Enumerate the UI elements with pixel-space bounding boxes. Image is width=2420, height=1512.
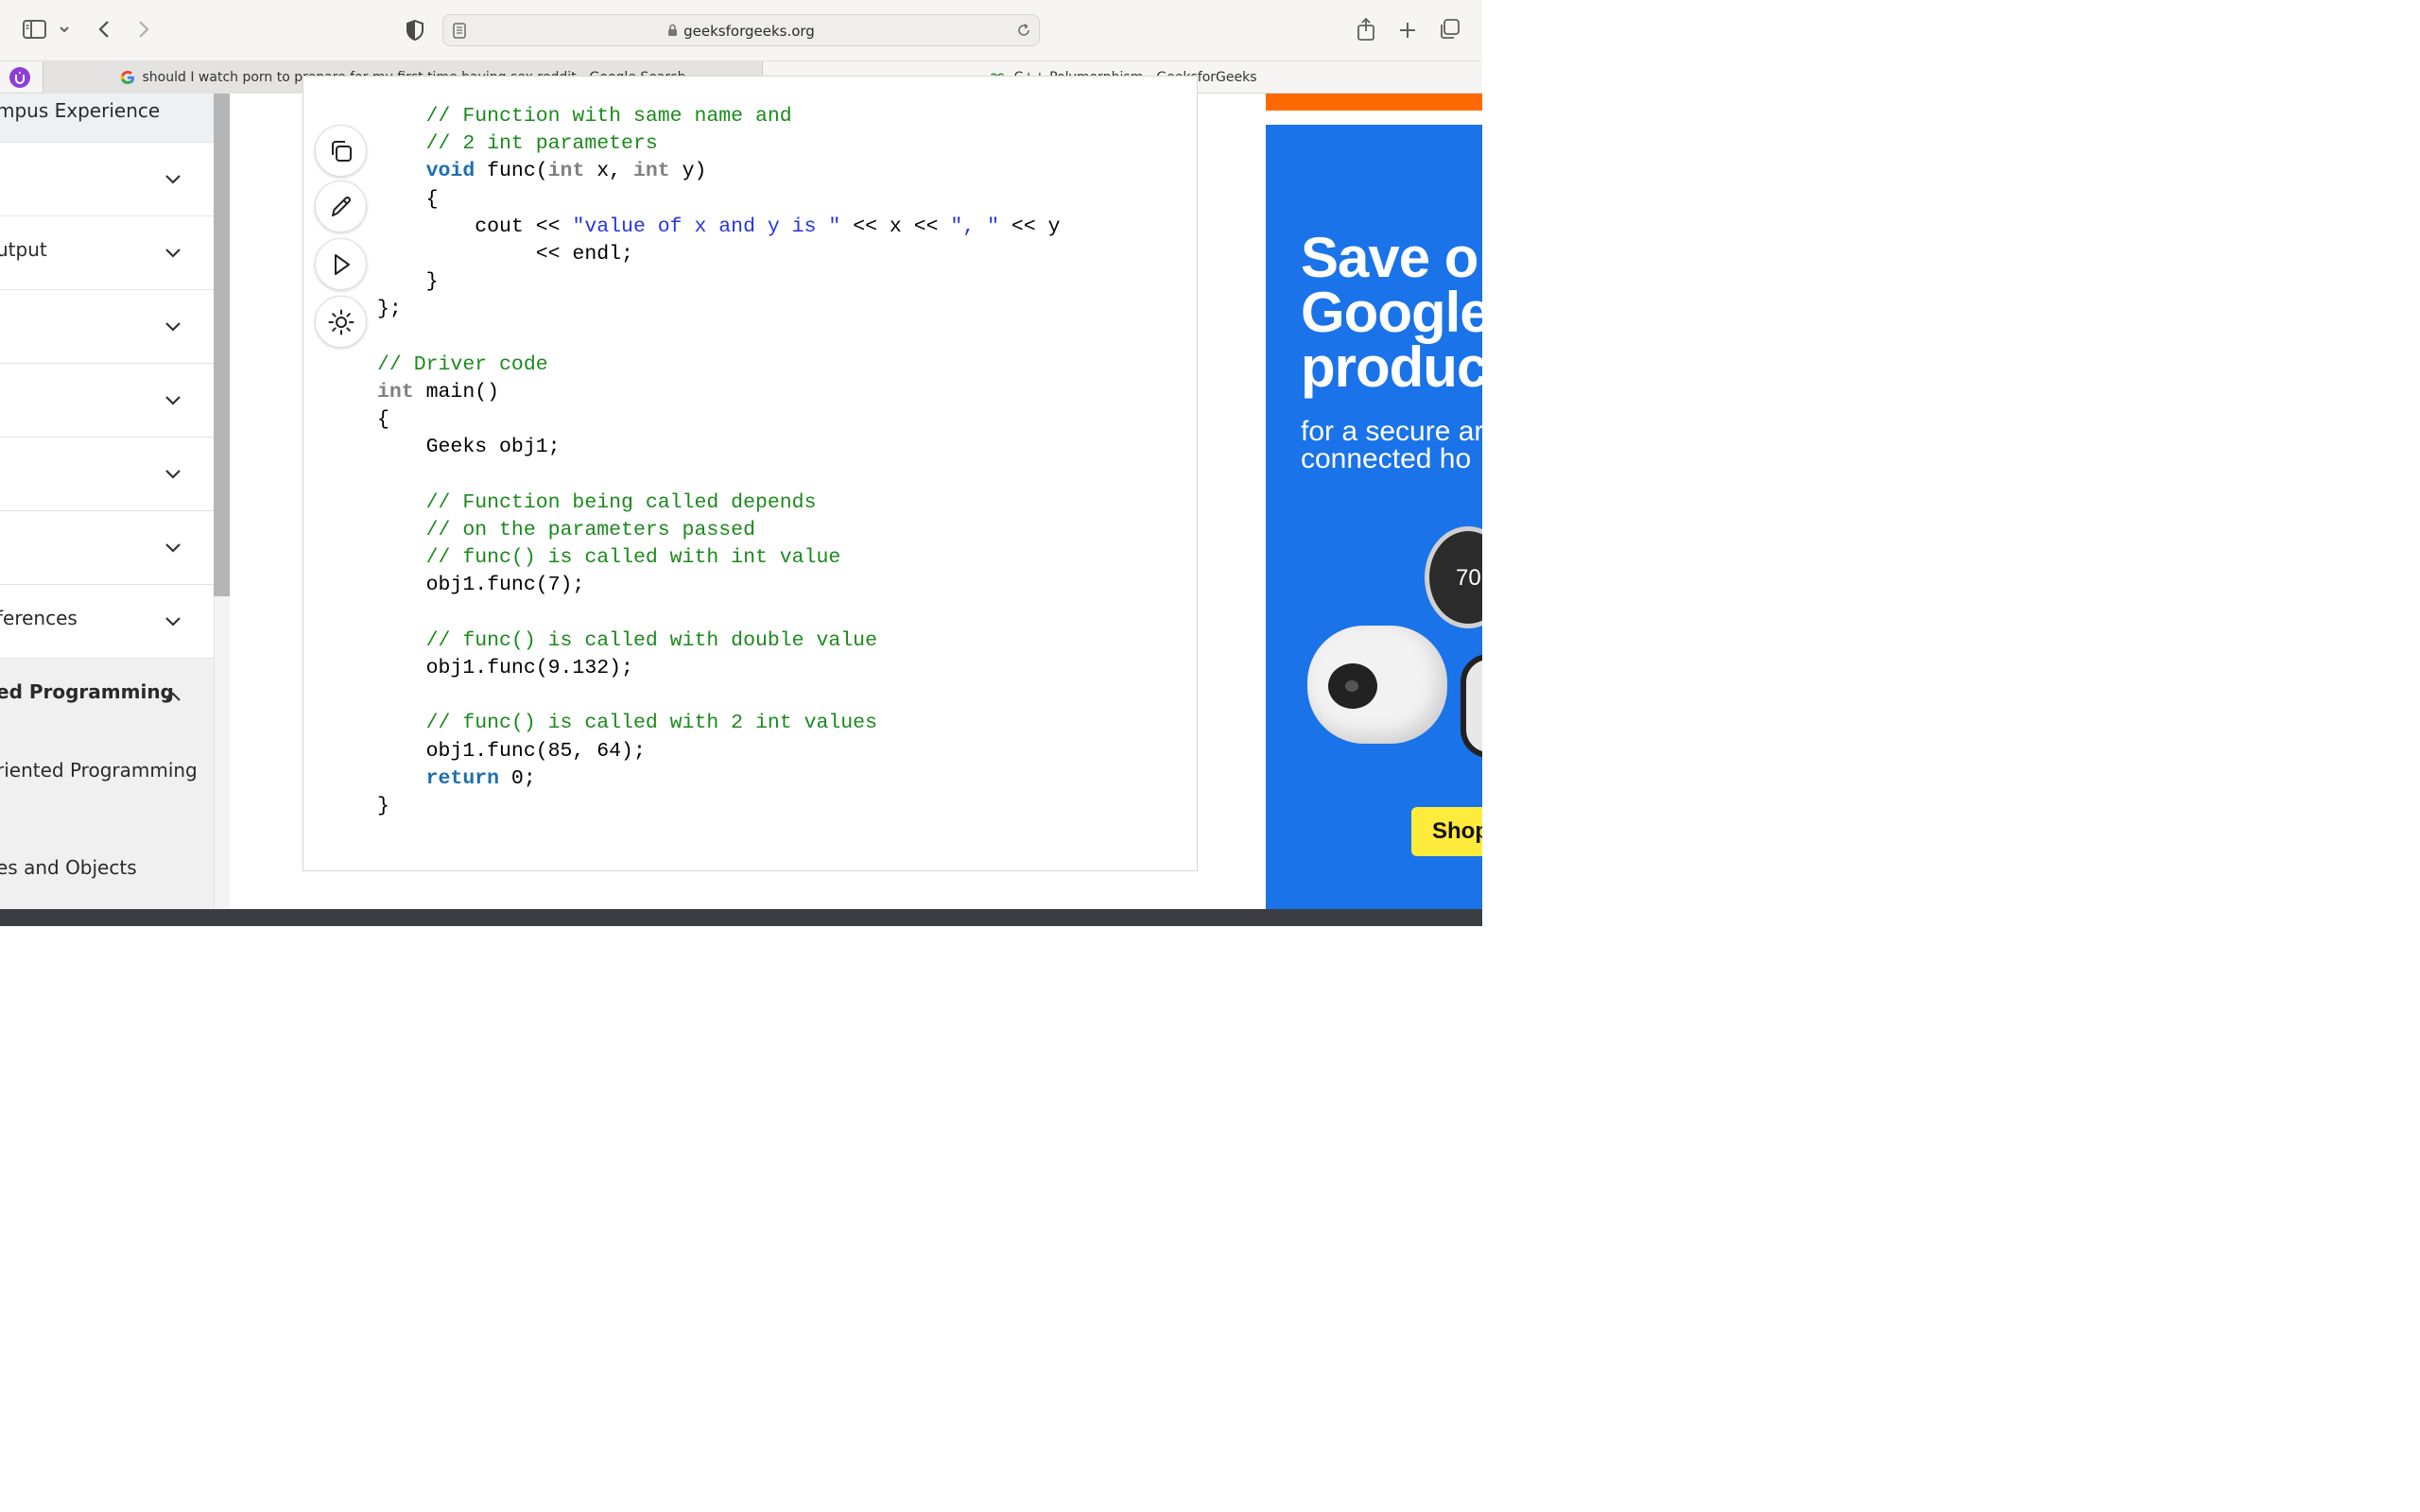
- code-line: << endl;: [377, 243, 633, 266]
- chevron-down-icon[interactable]: [164, 317, 182, 335]
- camera-image: [1307, 626, 1447, 744]
- copy-button[interactable]: [315, 125, 367, 177]
- bottom-bar: [0, 909, 1482, 926]
- theme-button[interactable]: [315, 296, 367, 348]
- browser-toolbar: geeksforgeeks.org: [0, 0, 1482, 60]
- sidebar-item[interactable]: [0, 511, 214, 585]
- code-line: // on the parameters passed: [425, 519, 755, 541]
- tab-overview-icon[interactable]: [1437, 17, 1461, 42]
- sidebar-item[interactable]: ferences: [0, 585, 214, 659]
- code-line: }: [377, 795, 389, 817]
- sidebar-item[interactable]: [0, 438, 214, 511]
- reload-icon[interactable]: [1016, 23, 1031, 43]
- code-line: obj1.func(7);: [377, 574, 585, 597]
- google-icon: [120, 70, 135, 85]
- share-icon[interactable]: [1354, 16, 1378, 43]
- code-line: // Function being called depends: [425, 490, 817, 514]
- chevron-down-icon[interactable]: [164, 243, 182, 262]
- lock-icon: [667, 24, 678, 41]
- code-line: // Driver code: [377, 352, 548, 376]
- shop-button[interactable]: Shop: [1411, 807, 1482, 856]
- chevron-down-icon[interactable]: [164, 169, 182, 188]
- chevron-down-icon[interactable]: [57, 21, 72, 38]
- sidebar-item[interactable]: [0, 290, 214, 364]
- camera-image: [1461, 654, 1482, 758]
- theme-icon: [328, 309, 354, 335]
- chevron-down-icon[interactable]: [164, 538, 182, 557]
- sidebar-item[interactable]: utput: [0, 216, 214, 290]
- code-line: cout << "value of x and y is " << x << "…: [377, 215, 1061, 238]
- code-line: // func() is called with 2 int values: [425, 712, 877, 735]
- ad-headline: Save o Google produc: [1301, 226, 1482, 399]
- privacy-shield-icon[interactable]: [404, 18, 426, 43]
- chevron-down-icon[interactable]: [164, 390, 182, 409]
- edit-icon: [331, 196, 351, 216]
- chevron-down-icon[interactable]: [164, 464, 182, 483]
- sidebar-subitem[interactable]: es and Objects: [0, 831, 214, 909]
- code-line: Geeks obj1;: [377, 436, 561, 459]
- sidebar-item[interactable]: [0, 364, 214, 438]
- code-line: }: [377, 270, 439, 294]
- code-line: // Function with same name and: [425, 105, 792, 128]
- ad-banner-top[interactable]: [1266, 94, 1482, 111]
- address-bar[interactable]: geeksforgeeks.org: [442, 14, 1040, 46]
- forward-icon[interactable]: [132, 17, 155, 42]
- sidebar-item[interactable]: [0, 143, 214, 216]
- sidebar-item[interactable]: mpus Experience: [0, 94, 214, 143]
- google-store-ad[interactable]: Save o Google produc for a secure ar con…: [1266, 125, 1482, 909]
- new-tab-icon[interactable]: [1395, 18, 1420, 43]
- edit-button[interactable]: [315, 180, 367, 232]
- code-line: // func() is called with int value: [425, 546, 841, 570]
- code-line: // func() is called with double value: [425, 628, 877, 652]
- code-line: // 2 int parameters: [425, 132, 658, 156]
- code-line: {: [377, 187, 439, 211]
- ad-subheadline: for a secure ar connected ho: [1301, 416, 1482, 474]
- course-sidebar: mpus Experience utput ferences ed Progra…: [0, 94, 214, 909]
- sidebar-subitem[interactable]: riented Programming: [0, 732, 214, 831]
- chevron-down-icon[interactable]: [164, 611, 182, 630]
- run-button[interactable]: [315, 238, 367, 290]
- code-line: return 0;: [425, 766, 536, 790]
- copy-icon: [331, 140, 352, 162]
- back-icon[interactable]: [93, 17, 115, 42]
- extension-icon[interactable]: [9, 67, 30, 88]
- chevron-up-icon[interactable]: [164, 687, 182, 706]
- sidebar-scrollbar-thumb[interactable]: [214, 94, 230, 596]
- code-line: void func(int x, int y): [425, 160, 707, 183]
- sidebar-toggle-icon[interactable]: [23, 19, 47, 40]
- thermostat-temp: 70: [1456, 565, 1481, 591]
- sidebar-item-expanded[interactable]: ed Programming: [0, 659, 214, 732]
- code-line: {: [377, 408, 389, 432]
- code-line: obj1.func(85, 64);: [377, 739, 646, 763]
- run-icon: [334, 253, 350, 275]
- url-text: geeksforgeeks.org: [683, 23, 815, 40]
- code-line: obj1.func(9.132);: [377, 657, 633, 679]
- code-line: int main(): [377, 381, 500, 404]
- code-line: };: [377, 298, 402, 321]
- thermostat-image: 70: [1425, 526, 1482, 628]
- url-display[interactable]: geeksforgeeks.org: [443, 23, 1039, 41]
